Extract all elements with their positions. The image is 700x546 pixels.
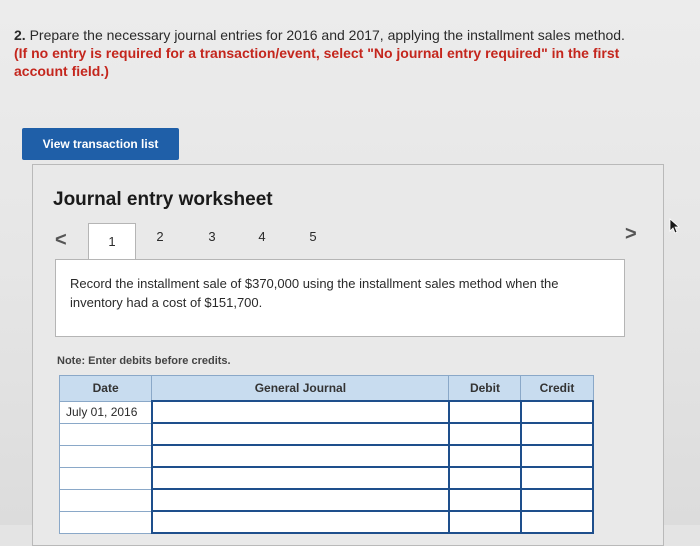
credit-cell[interactable] [519,444,595,468]
debit-cell[interactable] [447,444,522,468]
account-cell[interactable] [150,466,450,490]
journal-table: Date General Journal Debit Credit July 0… [58,375,595,534]
date-cell[interactable] [58,422,153,446]
debit-cell[interactable] [447,510,522,534]
account-cell[interactable] [150,422,450,446]
account-cell[interactable] [150,510,450,534]
tab-5[interactable]: 5 [296,229,330,244]
credit-header: Credit [520,375,594,402]
table-row [58,488,595,512]
credit-cell[interactable] [519,488,595,512]
debit-cell[interactable] [447,466,522,490]
table-row [58,422,595,446]
worksheet-title: Journal entry worksheet [53,189,273,210]
table-row [58,466,595,490]
view-transaction-list-button[interactable]: View transaction list [22,128,179,160]
date-header: Date [58,375,153,402]
credit-cell[interactable] [519,466,595,490]
tab-4[interactable]: 4 [245,229,279,244]
general-journal-header: General Journal [151,375,450,402]
debit-cell[interactable] [447,400,522,424]
question-number: 2. [14,27,26,43]
credit-cell[interactable] [519,422,595,446]
date-cell[interactable]: July 01, 2016 [58,400,153,424]
date-cell[interactable] [58,488,153,512]
date-cell[interactable] [58,444,153,468]
debit-cell[interactable] [447,422,522,446]
transaction-description: Record the installment sale of $370,000 … [55,259,625,337]
previous-entry-icon[interactable]: < [55,229,67,252]
date-cell[interactable] [58,466,153,490]
journal-header-row: Date General Journal Debit Credit [58,375,594,402]
debit-header: Debit [448,375,522,402]
question-text: 2. Prepare the necessary journal entries… [14,26,634,80]
debit-cell[interactable] [447,488,522,512]
credit-cell[interactable] [519,400,595,424]
table-row [58,510,595,534]
question-body: Prepare the necessary journal entries fo… [29,27,625,43]
question-hint: (If no entry is required for a transacti… [14,45,620,79]
tab-1[interactable]: 1 [88,223,136,261]
tab-3[interactable]: 3 [195,229,229,244]
journal-entry-worksheet: Journal entry worksheet < 1 2 3 4 5 > Re… [32,164,664,546]
account-cell[interactable] [150,488,450,512]
credit-cell[interactable] [519,510,595,534]
next-entry-icon[interactable]: > [625,223,637,246]
table-row: July 01, 2016 [58,400,595,424]
account-cell[interactable] [150,400,450,424]
tab-2[interactable]: 2 [143,229,177,244]
account-cell[interactable] [150,444,450,468]
page: 2. Prepare the necessary journal entries… [0,0,700,546]
table-row [58,444,595,468]
note-text: Note: Enter debits before credits. [57,355,231,367]
date-cell[interactable] [58,510,153,534]
mouse-pointer-icon [669,218,681,234]
